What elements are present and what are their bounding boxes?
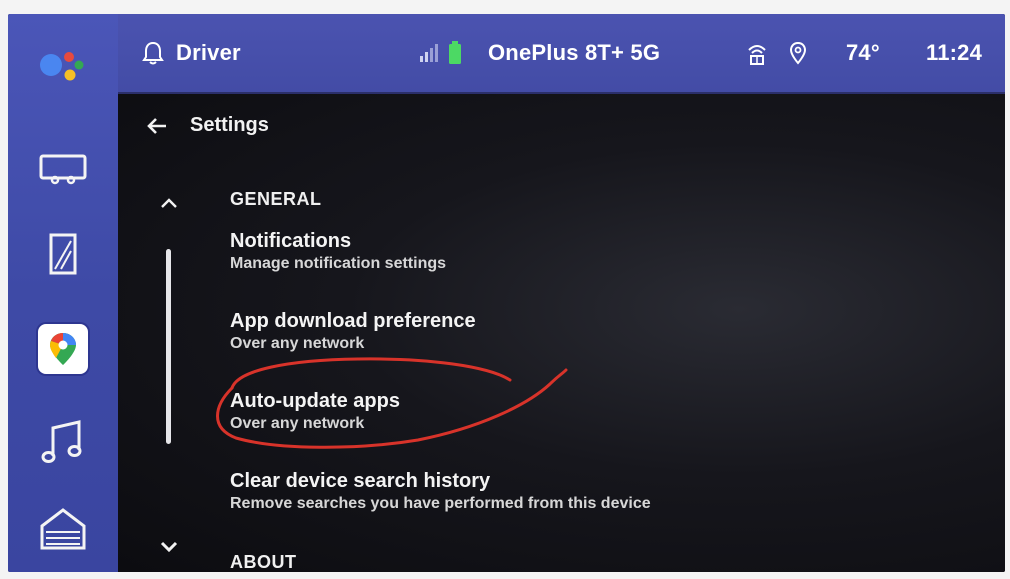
setting-auto-update-apps[interactable]: Auto-update apps Over any network: [230, 388, 400, 434]
setting-title: App download preference: [230, 310, 476, 332]
bell-icon: [142, 41, 164, 65]
battery-icon: [449, 41, 461, 64]
app-rail: [8, 14, 118, 572]
setting-subtitle: Remove searches you have performed from …: [230, 495, 651, 512]
device-name: OnePlus 8T+ 5G: [488, 40, 661, 65]
setting-title: Notifications: [230, 230, 352, 252]
profile-button[interactable]: Driver: [142, 14, 241, 92]
music-icon: [41, 420, 82, 463]
wallpaper-icon: [49, 233, 77, 275]
status-bar: Driver OnePlus 8T+ 5G 74° 11:24: [118, 14, 1005, 94]
cell-signal-icon: [420, 44, 438, 62]
setting-app-download-preference[interactable]: App download preference Over any network: [230, 308, 476, 354]
vehicle-icon: [39, 154, 87, 185]
setting-subtitle: Over any network: [230, 335, 365, 352]
clock: 11:24: [926, 40, 983, 65]
wallpaper-button[interactable]: [8, 224, 118, 284]
settings-panel: Settings GENERAL Notifications Manage no…: [118, 94, 1005, 572]
vehicle-button[interactable]: [8, 142, 118, 198]
profile-label: Driver: [176, 40, 241, 65]
location-indicator: [788, 14, 808, 92]
connectivity-indicator: [746, 14, 768, 92]
scroll-up-chevron-icon[interactable]: [158, 196, 180, 210]
back-button[interactable]: Settings: [146, 114, 269, 137]
back-arrow-icon: [147, 117, 166, 134]
page-title: Settings: [190, 114, 269, 136]
signal-indicator: [418, 14, 462, 92]
assistant-icon: [40, 52, 84, 81]
home-icon: [40, 508, 86, 550]
temperature: 74°: [846, 40, 880, 65]
scrollbar[interactable]: [166, 249, 171, 444]
location-pin-icon: [789, 41, 807, 65]
maps-icon: [50, 333, 76, 365]
infotainment-screen: Driver OnePlus 8T+ 5G 74° 11:24 Settings…: [8, 14, 1005, 572]
setting-subtitle: Manage notification settings: [230, 255, 447, 272]
setting-subtitle: Over any network: [230, 415, 365, 432]
section-about-heading: ABOUT: [230, 552, 297, 572]
scroll-down-chevron-icon[interactable]: [158, 540, 180, 554]
maps-button[interactable]: [8, 318, 118, 380]
section-general-heading: GENERAL: [230, 189, 322, 209]
assistant-button[interactable]: [8, 38, 118, 96]
setting-title: Clear device search history: [230, 470, 491, 492]
maps-tile: [38, 324, 88, 374]
home-button[interactable]: [8, 494, 118, 560]
setting-clear-search-history[interactable]: Clear device search history Remove searc…: [230, 468, 651, 514]
setting-title: Auto-update apps: [230, 390, 400, 412]
setting-notifications[interactable]: Notifications Manage notification settin…: [230, 228, 446, 274]
wifi-hotspot-icon: [748, 45, 766, 65]
music-button[interactable]: [8, 412, 118, 470]
